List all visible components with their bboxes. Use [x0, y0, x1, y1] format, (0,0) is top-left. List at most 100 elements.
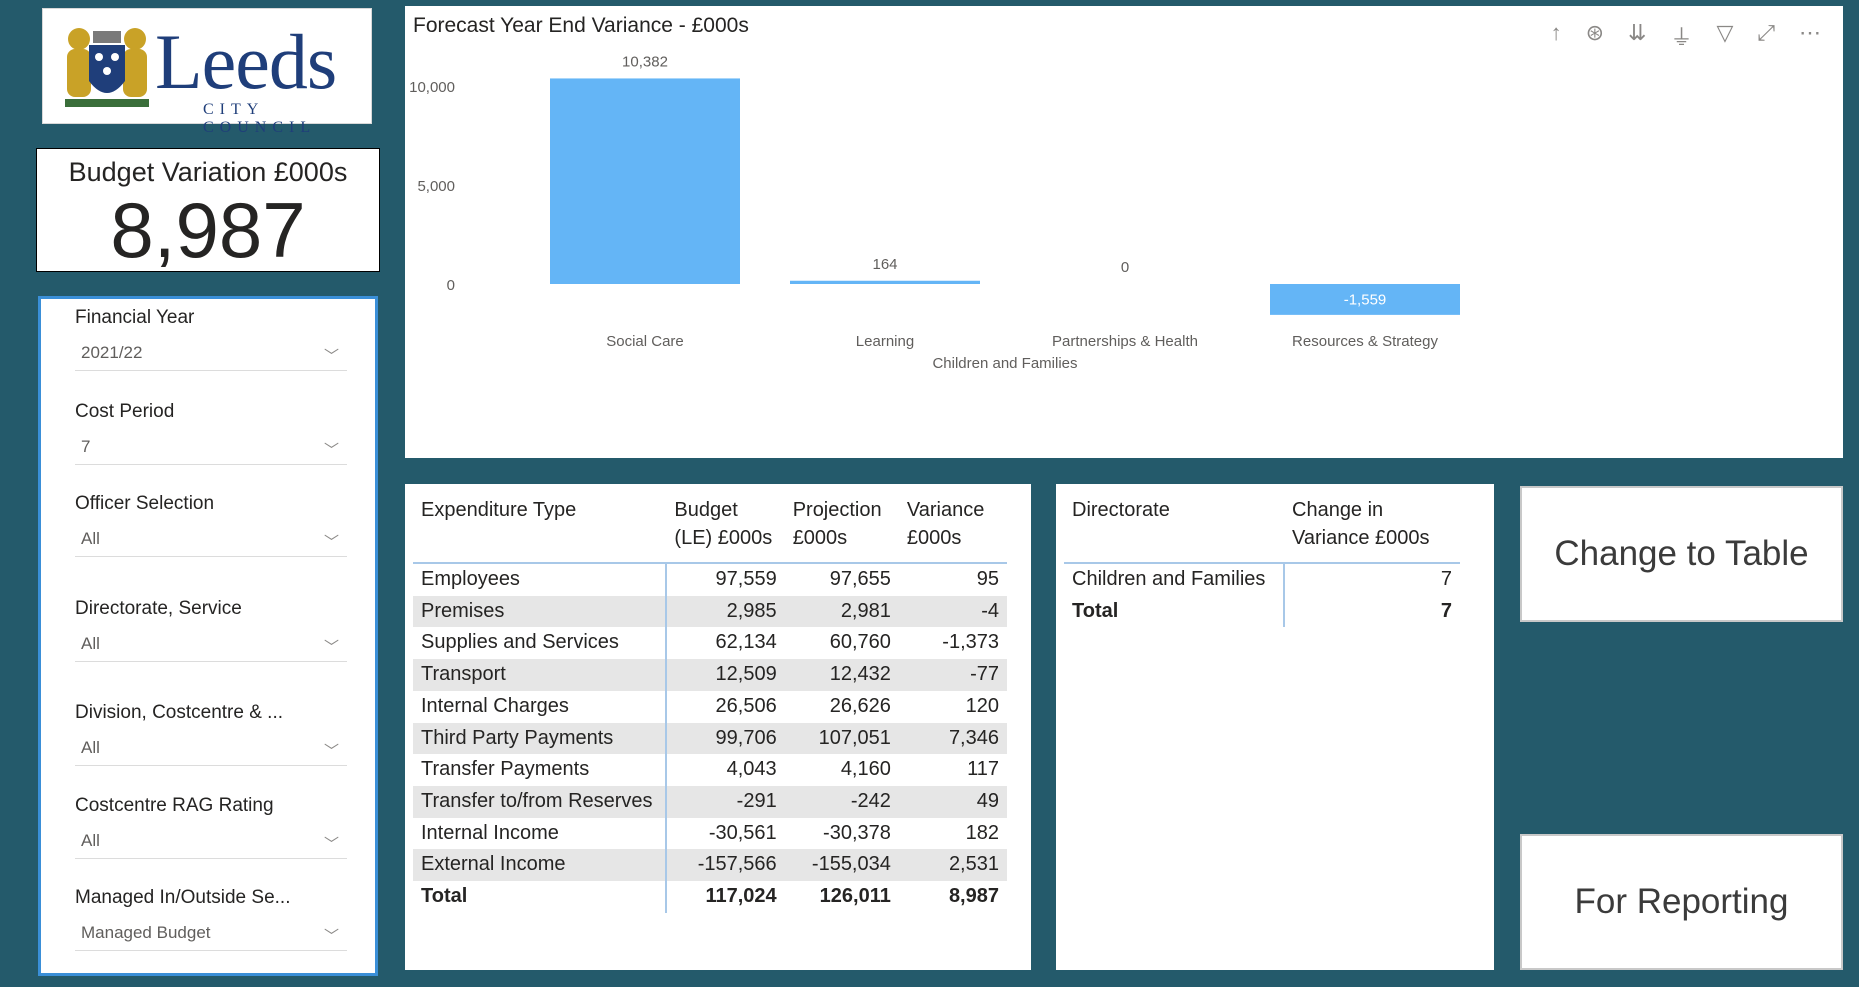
slicer-title: Officer Selection	[75, 493, 215, 514]
row-label: Internal Income	[413, 817, 668, 850]
total-value: 8,987	[948, 885, 999, 908]
x-tick-label: Partnerships & Health	[1052, 333, 1198, 350]
data-label: 10,382	[622, 53, 668, 70]
cell-value: 120	[965, 694, 999, 717]
col-header-projection[interactable]: Projection £000s	[784, 484, 899, 564]
chevron-down-icon: ﹀	[323, 348, 339, 365]
slicer-title: Directorate, Service	[75, 598, 242, 619]
table-row[interactable]: Internal Income -30,561 -30,378 182	[413, 817, 1007, 850]
dropdown-value: All	[81, 738, 100, 757]
x-tick-label: Learning	[856, 333, 914, 350]
chart-bar[interactable]	[550, 78, 740, 284]
officer-selection-dropdown[interactable]: All ﹀	[75, 529, 347, 557]
next-level-icon[interactable]: ⇊	[1628, 20, 1646, 52]
cell-value: 26,626	[829, 694, 891, 717]
cell-value: -157,566	[666, 849, 785, 882]
col-header-directorate[interactable]: Directorate	[1064, 484, 1284, 564]
expenditure-table: Expenditure Type Budget (LE) £000s Proje…	[413, 484, 1007, 913]
table-row[interactable]: Premises 2,985 2,981 -4	[413, 595, 1007, 628]
col-header-budget[interactable]: Budget (LE) £000s	[666, 484, 785, 564]
change-to-table-button[interactable]: Change to Table	[1520, 486, 1843, 622]
total-row: Total 117,024 126,011 8,987	[413, 881, 1007, 913]
kpi-label: Budget Variation £000s	[68, 157, 348, 187]
table-row[interactable]: Children and Families 7	[1064, 563, 1460, 596]
cell-value: 182	[965, 821, 999, 844]
col-header-change-in-variance[interactable]: Change in Variance £000s	[1284, 484, 1460, 564]
cell-value: 26,506	[715, 694, 777, 717]
focus-mode-icon[interactable]: ⤢	[1757, 20, 1775, 52]
table-row[interactable]: Internal Charges 26,506 26,626 120	[413, 690, 1007, 723]
chevron-down-icon: ﹀	[323, 442, 339, 459]
cell-value: -242	[784, 785, 899, 818]
total-value: 7	[1440, 599, 1452, 622]
row-label: Third Party Payments	[413, 722, 668, 755]
data-label: 164	[872, 256, 897, 273]
row-label: External Income	[413, 849, 668, 882]
cell-value: 2,981	[784, 595, 899, 628]
cell-value: 99,706	[666, 722, 785, 755]
row-label: Internal Charges	[413, 690, 668, 723]
total-label: Total	[413, 881, 668, 913]
total-row: Total 7	[1064, 595, 1460, 628]
cell-value: 62,134	[715, 631, 777, 654]
for-reporting-button[interactable]: For Reporting	[1520, 834, 1843, 970]
row-label: Transfer to/from Reserves	[413, 785, 668, 818]
cell-value: 97,559	[715, 568, 777, 590]
drill-down-mode-icon[interactable]: ⊛	[1586, 20, 1604, 52]
table-row[interactable]: Transfer Payments 4,043 4,160 117	[413, 754, 1007, 786]
filter-panel: Financial Year 2021/22 ﹀ Cost Period 7 ﹀ O…	[38, 296, 378, 976]
council-logo: Leeds CITY COUNCIL	[42, 8, 372, 136]
chevron-down-icon: ﹀	[323, 639, 339, 656]
variance-bar-chart: 0 5,000 10,000 10,382 Social Care 164 Learning…	[409, 53, 1460, 372]
filter-icon[interactable]: ▽	[1716, 20, 1733, 52]
chevron-down-icon: ﹀	[323, 534, 339, 551]
cost-period-dropdown[interactable]: 7 ﹀	[75, 437, 347, 465]
slicer-division-costcentre: Division, Costcentre & ... All ﹀	[75, 702, 347, 766]
slicer-officer-selection: Officer Selection All ﹀	[75, 493, 347, 557]
cell-value: -30,561	[708, 821, 777, 844]
cell-value: -4	[898, 595, 1007, 628]
directorate-service-dropdown[interactable]: All ﹀	[75, 634, 347, 662]
total-value: 126,011	[819, 885, 891, 908]
cell-value: -155,034	[784, 849, 899, 882]
division-costcentre-dropdown[interactable]: All ﹀	[75, 738, 347, 766]
col-header-variance[interactable]: Variance £000s	[898, 484, 1007, 564]
table-row[interactable]: Employees 97,559 97,655 95	[413, 563, 1007, 596]
cell-value: 2,985	[666, 595, 785, 628]
drill-up-icon[interactable]: ↑	[1551, 20, 1562, 52]
table-row[interactable]: Transfer to/from Reserves -291 -242 49	[413, 785, 1007, 818]
managed-budget-dropdown[interactable]: Managed Budget ﹀	[75, 923, 347, 951]
visual-toolbar: ↑ ⊛ ⇊ ⏚ ▽ ⤢ ⋯	[1551, 20, 1821, 52]
directorate-table-panel: Directorate Change in Variance £000s Chi…	[1056, 484, 1494, 970]
x-group-label: Children and Families	[932, 355, 1077, 372]
expand-hierarchy-icon[interactable]: ⏚	[1670, 20, 1692, 52]
x-tick-label: Social Care	[606, 333, 684, 350]
financial-year-dropdown[interactable]: 2021/22 ﹀	[75, 343, 347, 371]
col-header-expenditure-type[interactable]: Expenditure Type	[413, 484, 667, 564]
cell-value: 4,043	[726, 758, 777, 781]
cell-value: 60,760	[829, 631, 891, 654]
directorate-table: Directorate Change in Variance £000s Chi…	[1064, 484, 1460, 628]
table-row[interactable]: External Income -157,566 -155,034 2,531	[413, 849, 1007, 882]
rag-rating-dropdown[interactable]: All ﹀	[75, 831, 347, 859]
table-row[interactable]: Transport 12,509 12,432 -77	[413, 659, 1007, 691]
table-row[interactable]: Third Party Payments 99,706 107,051 7,346	[413, 722, 1007, 755]
cell-value: -30,378	[823, 821, 891, 844]
table-row[interactable]: Supplies and Services 62,134 60,760 -1,373	[413, 627, 1007, 660]
slicer-title: Division, Costcentre & ...	[75, 702, 284, 723]
cell-value: 12,432	[784, 659, 899, 691]
dropdown-value: All	[81, 831, 100, 850]
cell-value: 7	[1440, 568, 1452, 590]
row-label: Transfer Payments	[413, 754, 668, 786]
data-label: 0	[1121, 259, 1129, 276]
cell-value: -291	[666, 785, 785, 818]
dropdown-value: All	[81, 634, 100, 653]
cell-value: -1,373	[942, 631, 999, 654]
row-label: Children and Families	[1064, 563, 1285, 596]
more-options-icon[interactable]: ⋯	[1799, 20, 1821, 52]
total-label: Total	[1064, 595, 1285, 628]
slicer-title: Financial Year	[75, 307, 195, 328]
row-label: Premises	[413, 595, 668, 628]
slicer-financial-year: Financial Year 2021/22 ﹀	[75, 307, 347, 371]
chart-bar[interactable]	[790, 280, 980, 284]
